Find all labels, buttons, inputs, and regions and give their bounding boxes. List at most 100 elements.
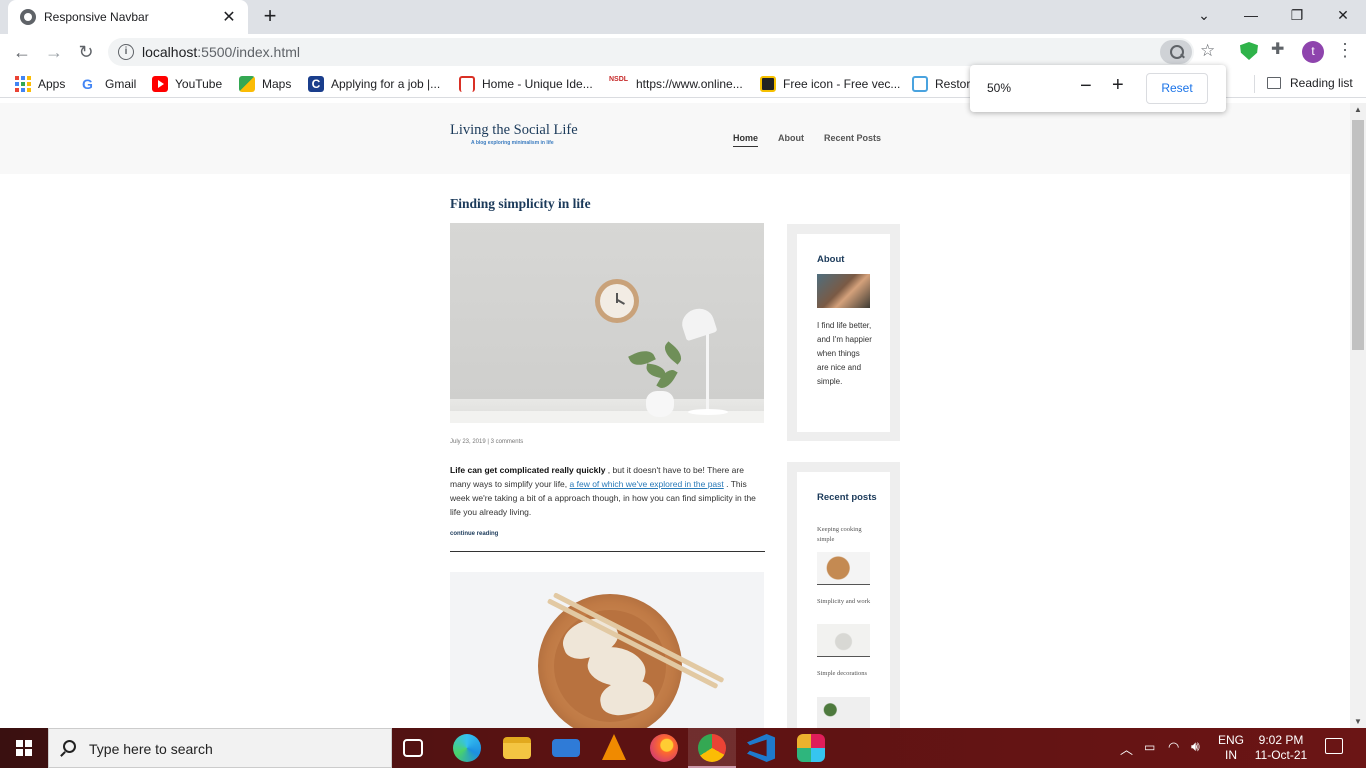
bookmark-unique-ideas[interactable]: Home - Unique Ide... (459, 76, 593, 92)
post-title[interactable]: Finding simplicity in life (450, 196, 591, 212)
post-excerpt: Life can get complicated really quickly … (450, 465, 756, 517)
battery-icon[interactable]: ▭ (1144, 740, 1155, 768)
zoom-in-button[interactable]: + (1112, 74, 1124, 97)
menu-dots-icon[interactable]: ⋮ (1336, 40, 1354, 61)
address-bar[interactable]: i localhost:5500/index.html ☆ (108, 38, 1215, 66)
free-icon-logo (760, 76, 776, 92)
tray-chevron-icon[interactable]: ︿ (1120, 739, 1133, 768)
recent-post-title[interactable]: Simple decorations (817, 669, 872, 679)
browser-tab[interactable]: Responsive Navbar ✕ (8, 0, 248, 34)
zoom-reset-button[interactable]: Reset (1146, 73, 1208, 104)
google-icon: G (82, 76, 93, 92)
zoom-out-button[interactable]: − (1080, 75, 1092, 98)
search-icon (63, 740, 76, 753)
vscode-icon[interactable] (747, 734, 775, 762)
nsdl-icon: NSDL (609, 76, 629, 83)
restore-button[interactable]: ❐ (1274, 0, 1320, 30)
wifi-icon (459, 76, 475, 92)
task-view-icon[interactable] (403, 739, 423, 757)
nav-about[interactable]: About (778, 133, 804, 147)
page-viewport: Living the Social Life A blog exploring … (0, 103, 1350, 728)
chrome-icon[interactable] (698, 734, 726, 762)
firefox-icon[interactable] (650, 734, 678, 762)
close-window-button[interactable]: ✕ (1320, 0, 1366, 30)
file-explorer-icon[interactable] (503, 737, 531, 759)
site-header: Living the Social Life A blog exploring … (0, 103, 1350, 174)
bookmark-maps[interactable]: Maps (239, 76, 291, 92)
globe-icon (20, 9, 36, 25)
bookmark-online[interactable]: NSDL https://www.online... (609, 76, 743, 92)
date: 11-Oct-21 (1254, 748, 1308, 762)
nav-home[interactable]: Home (733, 133, 759, 147)
shield-extension-icon[interactable] (1240, 42, 1258, 60)
site-info-icon[interactable]: i (118, 44, 134, 60)
recent-post-thumb-cooking[interactable] (817, 552, 870, 585)
apps-icon (15, 76, 31, 92)
bookmark-youtube[interactable]: YouTube (152, 76, 222, 92)
site-tagline: A blog exploring minimalism in life (471, 140, 554, 146)
reload-icon[interactable]: ↻ (72, 38, 100, 66)
time: 9:02 PM (1258, 733, 1304, 747)
taskbar-search-placeholder: Type here to search (89, 741, 213, 757)
minimize-button[interactable]: — (1228, 0, 1274, 30)
scroll-down-icon[interactable]: ▼ (1354, 717, 1362, 726)
about-heading: About (817, 254, 845, 265)
recent-post-title[interactable]: Simplicity and work (817, 597, 872, 607)
post-meta: July 23, 2019 | 3 comments (450, 439, 524, 445)
scroll-up-icon[interactable]: ▲ (1354, 105, 1362, 114)
about-text: I find life better, and I'm happier when… (817, 321, 872, 386)
bookmark-star-icon[interactable]: ☆ (1200, 41, 1215, 61)
bookmark-restore[interactable]: Restor (912, 76, 970, 92)
nav-recent-posts[interactable]: Recent Posts (824, 133, 881, 147)
bookmark-applying-job[interactable]: C Applying for a job |... (308, 76, 440, 92)
volume-icon[interactable]: 🔊︎ (1191, 738, 1200, 768)
recent-post-thumb-decorations[interactable] (817, 697, 870, 728)
bookmark-apps[interactable]: Apps (15, 76, 65, 92)
recent-posts-heading: Recent posts (817, 492, 877, 503)
taskbar-search-box[interactable]: Type here to search (48, 728, 392, 768)
post-divider (450, 551, 765, 552)
restore-icon (912, 76, 928, 92)
network-icon[interactable]: ◠ (1168, 739, 1179, 768)
continue-reading-link[interactable]: continue reading (450, 531, 498, 537)
site-brand[interactable]: Living the Social Life (450, 122, 578, 139)
tab-search-icon[interactable]: ⌄ (1181, 0, 1227, 30)
past-posts-link[interactable]: a few of which we've explored in the pas… (570, 479, 724, 489)
tab-strip: Responsive Navbar ✕ + ⌄ — ❐ ✕ (0, 0, 1366, 34)
post-image-clock-lamp (450, 223, 764, 423)
reading-list-button[interactable]: Reading list (1267, 76, 1353, 90)
notifications-icon[interactable] (1325, 738, 1343, 754)
clock-illustration (595, 279, 639, 323)
recent-post-thumb-work[interactable] (817, 624, 870, 657)
bookmark-gmail[interactable]: G Gmail (82, 76, 136, 92)
mail-icon[interactable] (552, 739, 580, 757)
clock[interactable]: 9:02 PM 11-Oct-21 (1252, 733, 1310, 768)
back-arrow-icon[interactable]: ← (8, 38, 36, 66)
scrollbar-thumb[interactable] (1352, 120, 1364, 350)
bookmark-free-icon[interactable]: Free icon - Free vec... (760, 76, 900, 92)
zoom-icon[interactable] (1160, 40, 1192, 64)
windows-start-icon[interactable] (16, 740, 32, 756)
vlc-icon[interactable] (602, 734, 626, 760)
youtube-icon (152, 76, 168, 92)
page-scrollbar[interactable]: ▲ ▼ (1350, 103, 1366, 728)
edge-icon[interactable] (453, 734, 481, 762)
site-nav: Home About Recent Posts (733, 133, 881, 147)
maps-icon (239, 76, 255, 92)
forward-arrow-icon[interactable]: → (40, 38, 68, 66)
reading-list-icon (1267, 77, 1281, 89)
new-tab-button[interactable]: + (258, 4, 282, 30)
url-text: localhost:5500/index.html (142, 44, 300, 60)
zoom-popup: 50% − + Reset (970, 65, 1226, 112)
bookmarks-divider (1254, 75, 1255, 93)
c-logo-icon: C (308, 76, 324, 92)
close-tab-icon[interactable]: ✕ (220, 7, 238, 27)
about-photo (817, 274, 870, 308)
zoom-level: 50% (987, 81, 1012, 95)
profile-avatar[interactable]: t (1302, 41, 1324, 63)
recent-post-title[interactable]: Keeping cooking simple (817, 525, 872, 545)
extensions-puzzle-icon[interactable]: ✚ (1271, 41, 1289, 59)
language-indicator[interactable]: ENG IN (1218, 733, 1244, 768)
tab-title: Responsive Navbar (44, 10, 149, 24)
slack-icon[interactable] (797, 734, 825, 762)
